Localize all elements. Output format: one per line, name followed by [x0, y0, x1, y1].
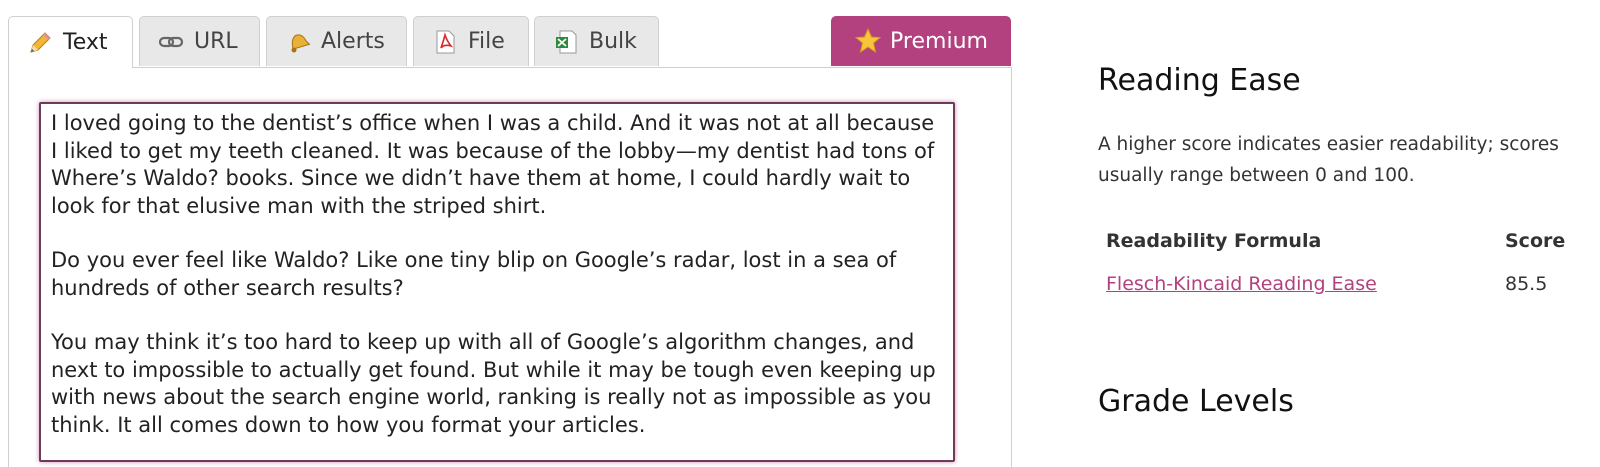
reading-ease-heading: Reading Ease	[1098, 63, 1301, 98]
pdf-file-icon	[432, 29, 458, 55]
text-paragraph: You may think it’s too hard to keep up w…	[51, 330, 936, 437]
readability-table-header: Readability Formula Score	[1106, 230, 1596, 252]
tab-label: Bulk	[589, 29, 637, 54]
premium-label: Premium	[890, 28, 988, 54]
tab-label: File	[468, 29, 505, 54]
results-sidebar: Reading Ease A higher score indicates ea…	[1098, 0, 1598, 455]
text-input[interactable]: I loved going to the dentist’s office wh…	[39, 102, 955, 462]
tab-url[interactable]: URL	[139, 16, 260, 66]
reading-ease-description: A higher score indicates easier readabil…	[1098, 134, 1559, 186]
tab-bulk[interactable]: Bulk	[534, 16, 659, 66]
pencil-icon	[27, 30, 53, 56]
tab-label: Alerts	[321, 29, 385, 54]
star-icon	[854, 27, 882, 55]
score-column-header: Score	[1505, 230, 1566, 252]
score-value: 85.5	[1505, 273, 1548, 295]
grade-levels-heading: Grade Levels	[1098, 384, 1294, 419]
tab-file[interactable]: File	[413, 16, 529, 66]
flesch-kincaid-link[interactable]: Flesch-Kincaid Reading Ease	[1106, 273, 1377, 295]
bell-icon	[285, 29, 311, 55]
text-paragraph: Do you ever feel like Waldo? Like one ti…	[51, 248, 897, 300]
link-icon	[158, 29, 184, 55]
table-row: Flesch-Kincaid Reading Ease 85.5	[1106, 273, 1596, 295]
tab-alerts[interactable]: Alerts	[266, 16, 407, 66]
premium-button[interactable]: Premium	[831, 16, 1011, 66]
tab-text[interactable]: Text	[8, 16, 133, 68]
excel-file-icon	[553, 29, 579, 55]
text-paragraph: I loved going to the dentist’s office wh…	[51, 111, 935, 218]
input-tabs: Text URL Alerts File Bulk Premium	[0, 0, 1012, 70]
tab-label: URL	[194, 29, 238, 54]
tab-label: Text	[63, 30, 108, 55]
formula-column-header: Readability Formula	[1106, 230, 1322, 252]
